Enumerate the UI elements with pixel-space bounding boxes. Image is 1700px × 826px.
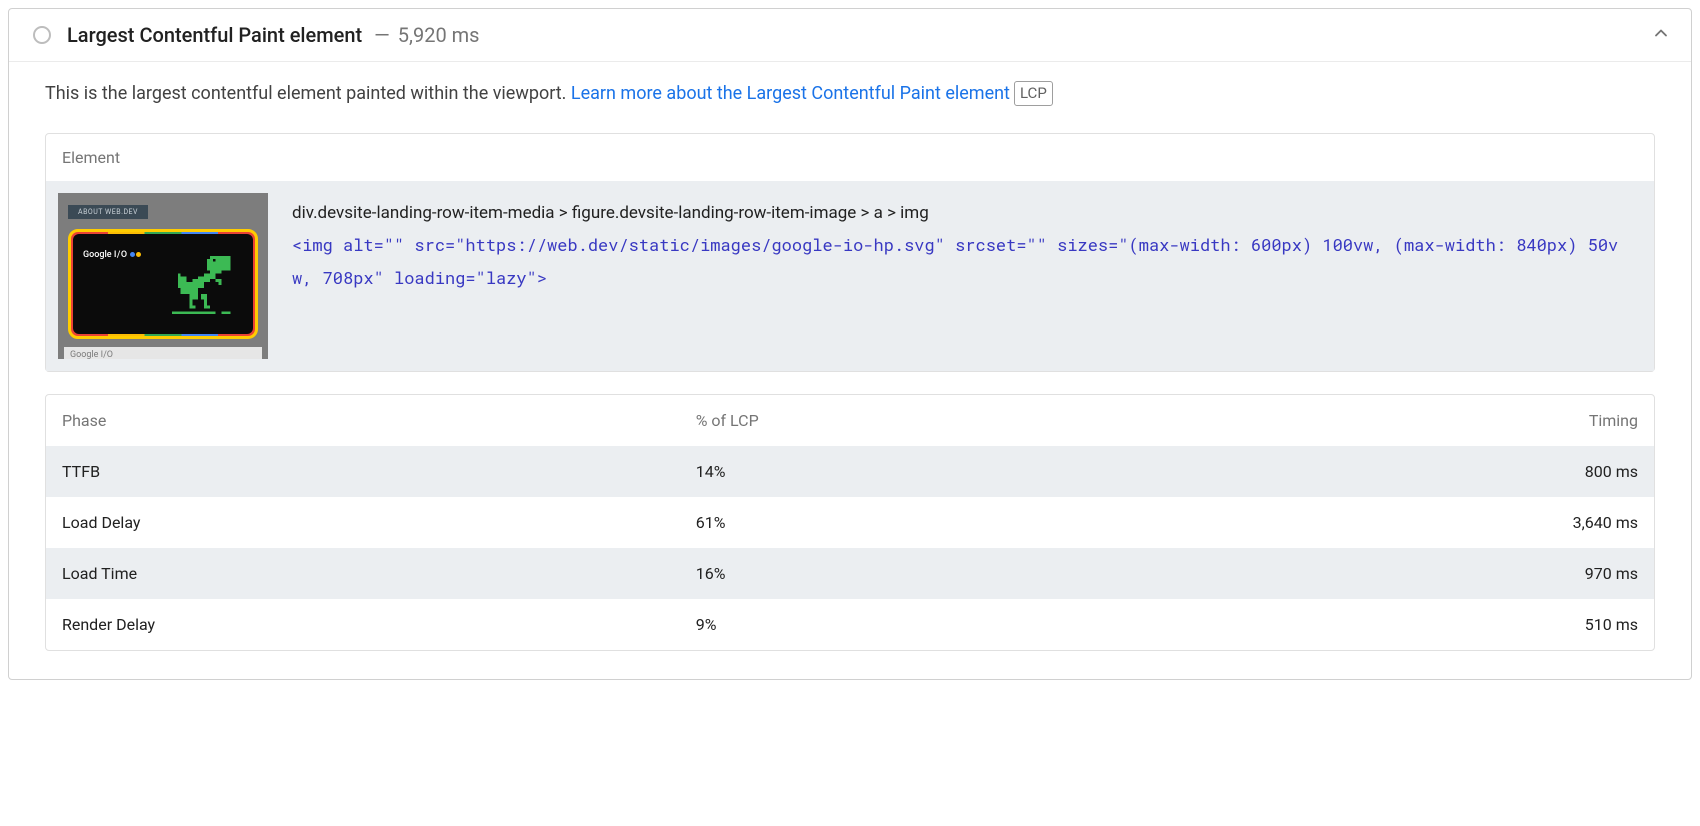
phase-cell: Load Delay: [46, 497, 680, 548]
status-circle-icon: [33, 26, 51, 44]
audit-panel: Largest Contentful Paint element — 5,920…: [8, 8, 1692, 680]
audit-total-timing: 5,920 ms: [398, 23, 480, 47]
phase-cell: Render Delay: [46, 599, 680, 650]
pct-cell: 61%: [680, 497, 1161, 548]
table-row: Load Time 16% 970 ms: [46, 548, 1654, 599]
col-pct: % of LCP: [680, 395, 1161, 446]
thumb-card-inner: Google I/O: [73, 234, 253, 334]
thumb-tab-label: ABOUT WEB.DEV: [68, 205, 148, 219]
table-row: Render Delay 9% 510 ms: [46, 599, 1654, 650]
phase-cell: TTFB: [46, 446, 680, 497]
thumb-brand-text: Google I/O: [83, 250, 141, 260]
timing-cell: 510 ms: [1161, 599, 1654, 650]
table-row: TTFB 14% 800 ms: [46, 446, 1654, 497]
audit-description: This is the largest contentful element p…: [45, 80, 1655, 107]
element-section: Element ABOUT WEB.DEV Google I/O: [45, 133, 1655, 372]
dino-icon: [169, 250, 239, 324]
separator-dash: —: [374, 23, 390, 47]
col-timing: Timing: [1161, 395, 1654, 446]
audit-header[interactable]: Largest Contentful Paint element — 5,920…: [9, 9, 1691, 62]
phase-breakdown-table: Phase % of LCP Timing TTFB 14% 800 ms Lo…: [45, 394, 1655, 651]
timing-cell: 970 ms: [1161, 548, 1654, 599]
timing-cell: 3,640 ms: [1161, 497, 1654, 548]
lcp-badge: LCP: [1014, 81, 1053, 106]
thumb-card: Google I/O: [68, 229, 258, 339]
audit-title: Largest Contentful Paint element: [67, 23, 362, 47]
table-header-row: Phase % of LCP Timing: [46, 395, 1654, 446]
timing-cell: 800 ms: [1161, 446, 1654, 497]
pct-cell: 14%: [680, 446, 1161, 497]
element-detail: div.devsite-landing-row-item-media > fig…: [292, 193, 1638, 294]
chevron-up-icon[interactable]: [1651, 23, 1671, 47]
element-selector-path: div.devsite-landing-row-item-media > fig…: [292, 197, 1638, 229]
element-thumbnail: ABOUT WEB.DEV Google I/O: [58, 193, 268, 359]
pct-cell: 16%: [680, 548, 1161, 599]
element-body: ABOUT WEB.DEV Google I/O: [46, 181, 1654, 371]
element-html-snippet: <img alt="" src="https://web.dev/static/…: [292, 229, 1638, 294]
col-phase: Phase: [46, 395, 680, 446]
audit-body: This is the largest contentful element p…: [9, 62, 1691, 679]
description-text: This is the largest contentful element p…: [45, 83, 571, 104]
element-section-header: Element: [46, 134, 1654, 181]
learn-more-link[interactable]: Learn more about the Largest Contentful …: [571, 83, 1010, 104]
table-row: Load Delay 61% 3,640 ms: [46, 497, 1654, 548]
phase-cell: Load Time: [46, 548, 680, 599]
pct-cell: 9%: [680, 599, 1161, 650]
thumb-caption: Google I/O: [64, 347, 262, 359]
